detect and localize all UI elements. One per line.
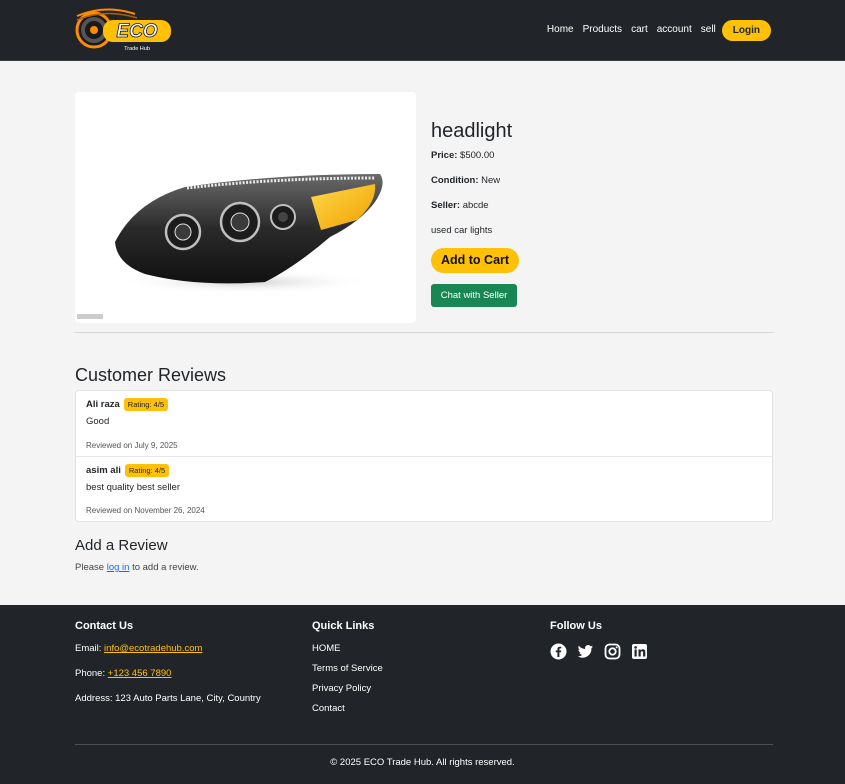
contact-email: Email: info@ecotradehub.com <box>75 643 261 654</box>
phone-link[interactable]: +123 456 7890 <box>108 668 172 679</box>
review-item: Ali raza Rating: 4/5 Good Reviewed on Ju… <box>76 391 772 456</box>
login-link[interactable]: log in <box>107 562 130 573</box>
reviewer-name: asim ali <box>86 465 121 476</box>
nav-cart[interactable]: cart <box>631 18 648 42</box>
condition-value: New <box>481 175 501 186</box>
twitter-icon[interactable] <box>577 643 594 660</box>
contact-heading: Contact Us <box>75 620 134 632</box>
instagram-icon[interactable] <box>604 643 621 660</box>
contact-address: Address: 123 Auto Parts Lane, City, Coun… <box>75 693 261 704</box>
login-button[interactable]: Login <box>721 19 771 41</box>
email-link[interactable]: info@ecotradehub.com <box>104 643 202 654</box>
contact-phone: Phone: +123 456 7890 <box>75 668 261 679</box>
address-value: 123 Auto Parts Lane, City, Country <box>115 693 261 704</box>
add-to-cart-button[interactable]: Add to Cart <box>431 248 520 273</box>
review-text: Good <box>86 416 110 427</box>
price-value: $500.00 <box>460 150 495 161</box>
nav-home[interactable]: Home <box>547 18 574 42</box>
add-review-suffix: to add a review. <box>132 562 199 573</box>
logo-text: ECO <box>116 21 157 42</box>
review-date: Reviewed on November 26, 2024 <box>86 506 205 515</box>
navbar: ECO Trade Hub Home Products cart account… <box>0 0 845 61</box>
review-date: Reviewed on July 9, 2025 <box>86 441 178 450</box>
add-review-prefix: Please <box>75 562 105 573</box>
reviewer-name: Ali raza <box>86 399 120 410</box>
linkedin-icon[interactable] <box>631 643 648 660</box>
product-condition: Condition: New <box>431 175 771 186</box>
review-text: best quality best seller <box>86 482 180 493</box>
copyright-text: © 2025 ECO Trade Hub. All rights reserve… <box>330 757 515 768</box>
product-details: headlight Price: $500.00 Condition: New … <box>431 120 771 307</box>
footer: Contact Us Email: info@ecotradehub.com P… <box>0 605 845 784</box>
seller-value: abcde <box>462 200 489 211</box>
follow-section: Follow Us <box>550 620 658 660</box>
quick-links-section: Quick Links HOME Terms of Service Privac… <box>312 620 383 723</box>
rating-badge: Rating: 4/5 <box>124 464 170 477</box>
social-icons <box>550 643 658 660</box>
add-review-prompt: Please log in to add a review. <box>75 562 199 573</box>
address-label: Address: <box>75 693 113 704</box>
facebook-icon[interactable] <box>550 643 567 660</box>
nav-sell[interactable]: sell <box>701 18 716 42</box>
logo-subtext: Trade Hub <box>124 46 150 52</box>
quick-links-heading: Quick Links <box>312 620 375 632</box>
seller-label: Seller: <box>431 200 461 211</box>
footer-divider <box>75 744 773 745</box>
nav-products[interactable]: Products <box>583 18 622 42</box>
phone-label: Phone: <box>75 668 106 679</box>
product-description: used car lights <box>431 225 493 236</box>
section-divider <box>75 332 773 333</box>
footer-link-home[interactable]: HOME <box>312 643 383 654</box>
footer-link-contact[interactable]: Contact <box>312 703 383 714</box>
eco-trade-hub-logo[interactable]: ECO Trade Hub <box>75 6 175 54</box>
email-label: Email: <box>75 643 102 654</box>
reviews-heading: Customer Reviews <box>75 365 227 385</box>
rating-badge: Rating: 4/5 <box>123 398 169 411</box>
chat-with-seller-button[interactable]: Chat with Seller <box>431 284 517 307</box>
condition-label: Condition: <box>431 175 479 186</box>
product-image <box>75 92 416 323</box>
contact-section: Contact Us Email: info@ecotradehub.com P… <box>75 620 261 718</box>
review-list: Ali raza Rating: 4/5 Good Reviewed on Ju… <box>75 390 773 522</box>
nav-account[interactable]: account <box>657 18 692 42</box>
follow-heading: Follow Us <box>550 620 602 632</box>
nav-menu: Home Products cart account sell Login <box>538 18 771 42</box>
price-label: Price: <box>431 150 458 161</box>
product-title: headlight <box>431 120 513 142</box>
product-price: Price: $500.00 <box>431 150 771 161</box>
review-item: asim ali Rating: 4/5 best quality best s… <box>76 456 772 521</box>
footer-link-privacy[interactable]: Privacy Policy <box>312 683 383 694</box>
product-seller: Seller: abcde <box>431 200 771 211</box>
add-review-heading: Add a Review <box>75 537 168 554</box>
footer-link-terms[interactable]: Terms of Service <box>312 663 383 674</box>
